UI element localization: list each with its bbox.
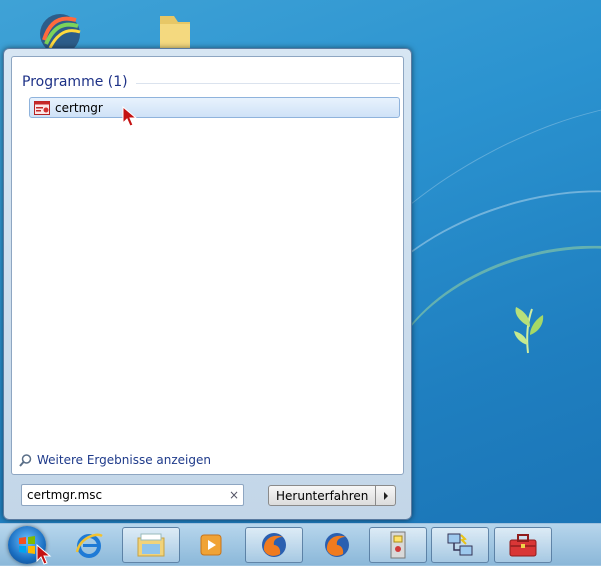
search-box[interactable]: × <box>21 484 244 506</box>
taskbar-item-windows-explorer[interactable] <box>122 527 180 563</box>
taskbar-item-toolbox[interactable] <box>494 527 552 563</box>
more-results-label: Weitere Ergebnisse anzeigen <box>37 453 211 467</box>
section-divider <box>135 82 400 84</box>
device-tool-icon <box>390 531 406 559</box>
firefox-icon <box>262 533 286 557</box>
taskbar-item-firefox-2[interactable] <box>312 527 362 563</box>
media-player-icon <box>200 534 222 556</box>
result-label: certmgr <box>55 100 103 115</box>
chevron-right-icon <box>383 491 388 500</box>
shutdown-options-button[interactable] <box>376 485 397 506</box>
taskbar-item-media-player[interactable] <box>186 527 236 563</box>
mouse-pointer-icon <box>122 106 138 127</box>
shutdown-button[interactable]: Herunterfahren <box>268 485 377 506</box>
taskbar-item-firefox-1[interactable] <box>245 527 303 563</box>
result-item-certmgr[interactable]: certmgr <box>29 97 400 118</box>
folder-explorer-icon <box>137 533 165 557</box>
certificate-manager-icon <box>34 100 50 115</box>
toolbox-icon <box>509 534 537 557</box>
shutdown-control: Herunterfahren <box>268 485 397 506</box>
start-menu: Programme (1) certmgr Weitere Ergebnisse… <box>3 48 412 520</box>
desktop-folder-icon[interactable] <box>150 10 198 50</box>
internet-explorer-icon <box>75 533 103 558</box>
mouse-pointer-icon <box>36 544 52 565</box>
search-icon <box>19 453 32 467</box>
search-input[interactable] <box>22 486 225 504</box>
search-results-panel: Programme (1) certmgr Weitere Ergebnisse… <box>11 56 404 475</box>
clear-search-icon[interactable]: × <box>225 488 243 502</box>
network-computers-icon <box>447 533 473 556</box>
more-results-link[interactable]: Weitere Ergebnisse anzeigen <box>19 453 211 467</box>
programs-section-header: Programme (1) <box>22 73 400 91</box>
taskbar-item-internet-explorer[interactable] <box>64 527 114 563</box>
firefox-icon <box>325 533 349 557</box>
taskbar-item-app-tool[interactable] <box>369 527 427 563</box>
wallpaper-leaf-icon <box>514 307 544 354</box>
taskbar-item-network-tool[interactable] <box>431 527 489 563</box>
desktop-app-icon[interactable] <box>36 10 84 50</box>
taskbar <box>0 523 601 566</box>
section-title: Programme (1) <box>22 74 128 90</box>
